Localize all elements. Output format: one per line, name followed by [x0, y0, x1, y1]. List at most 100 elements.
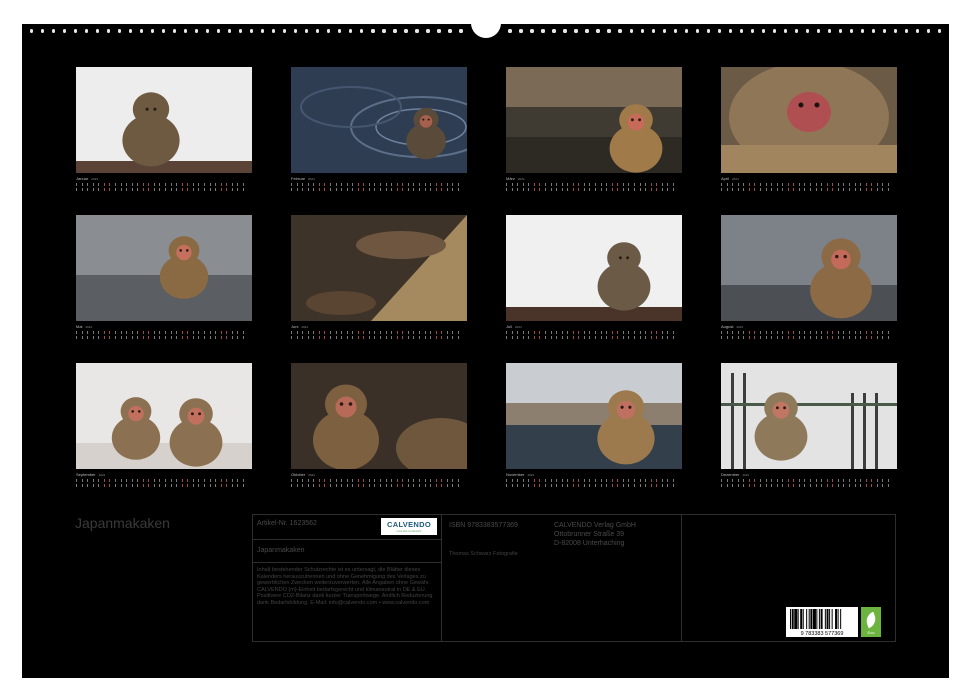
day-tick [165, 188, 166, 191]
day-tick [667, 331, 669, 334]
day-tick [517, 331, 519, 334]
day-tick [380, 479, 381, 482]
day-tick [103, 484, 105, 487]
day-tick [578, 479, 580, 482]
day-tick [92, 479, 94, 482]
day-tick [656, 188, 658, 191]
daynumber-row [291, 484, 459, 487]
day-tick [804, 188, 806, 191]
day-tick [826, 331, 828, 334]
day-tick [583, 331, 585, 334]
day-tick [650, 336, 652, 339]
day-tick [600, 183, 602, 186]
day-tick [242, 188, 244, 191]
day-tick [865, 484, 867, 487]
day-tick [865, 336, 867, 339]
day-tick [170, 484, 172, 487]
day-tick [810, 336, 811, 339]
day-tick [645, 331, 647, 334]
day-tick [611, 484, 613, 487]
binding-hole [915, 29, 920, 33]
day-tick [776, 484, 778, 487]
day-tick [81, 331, 83, 334]
binding-hole [904, 29, 909, 33]
day-tick [522, 331, 524, 334]
day-tick [848, 188, 850, 191]
month-photo [506, 215, 682, 321]
binding-hole [673, 29, 677, 33]
binding-hole [162, 29, 166, 33]
day-tick [131, 479, 133, 482]
day-tick [402, 484, 404, 487]
day-tick [667, 336, 669, 339]
day-tick [385, 336, 387, 339]
day-tick [435, 336, 437, 339]
day-tick [815, 331, 817, 334]
day-tick [793, 336, 795, 339]
day-tick [446, 484, 448, 487]
day-tick [865, 183, 867, 186]
day-tick [98, 336, 100, 339]
day-tick [826, 336, 828, 339]
day-tick [126, 479, 128, 482]
day-tick [821, 479, 823, 482]
binding-hole [618, 29, 622, 33]
day-tick [446, 336, 448, 339]
weekday-row [721, 331, 889, 334]
day-tick [198, 484, 200, 487]
day-tick [457, 331, 459, 334]
day-tick [645, 484, 647, 487]
day-tick [754, 331, 756, 334]
day-tick [114, 484, 116, 487]
day-tick [622, 183, 624, 186]
day-tick [441, 331, 443, 334]
day-tick [622, 484, 624, 487]
eco-badge: Eco [861, 607, 881, 637]
weekday-row [506, 331, 674, 334]
day-tick [341, 336, 343, 339]
day-tick [357, 336, 359, 339]
day-tick [237, 336, 239, 339]
day-tick [726, 479, 728, 482]
day-tick [153, 183, 155, 186]
day-tick [452, 188, 454, 191]
day-tick [748, 188, 750, 191]
day-tick [517, 188, 519, 191]
day-tick [848, 331, 850, 334]
day-tick [771, 336, 773, 339]
binding-hole [250, 29, 254, 33]
day-tick [522, 479, 524, 482]
binding-hole [937, 29, 942, 33]
info-column-middle: ISBN 9783383577369 Thomas Schwarz Fotogr… [442, 515, 682, 641]
day-tick [148, 331, 150, 334]
day-tick [137, 183, 139, 186]
binding-hole [139, 29, 144, 33]
day-tick [600, 336, 602, 339]
day-tick [782, 336, 784, 339]
day-tick [650, 484, 652, 487]
day-tick [368, 331, 370, 334]
month-block: August 2024 [721, 215, 899, 339]
day-tick [561, 484, 563, 487]
binding-hole [651, 29, 655, 33]
legal-text: Inhalt bestehender Schutzrechte ist es u… [257, 567, 433, 606]
month-block: März 2024 [506, 67, 684, 191]
day-tick [81, 188, 83, 191]
day-tick [821, 336, 823, 339]
day-tick [457, 188, 459, 191]
day-tick [215, 484, 217, 487]
day-tick [628, 188, 630, 191]
day-tick [380, 183, 381, 186]
day-tick [595, 479, 596, 482]
day-tick [335, 331, 337, 334]
day-tick [126, 336, 128, 339]
day-tick [296, 188, 298, 191]
day-tick [435, 479, 437, 482]
month-name: Januar [76, 176, 89, 181]
day-tick [457, 183, 459, 186]
day-tick [871, 336, 873, 339]
day-tick [81, 336, 83, 339]
day-tick [441, 183, 443, 186]
day-tick [159, 331, 161, 334]
binding-hole [772, 29, 776, 33]
